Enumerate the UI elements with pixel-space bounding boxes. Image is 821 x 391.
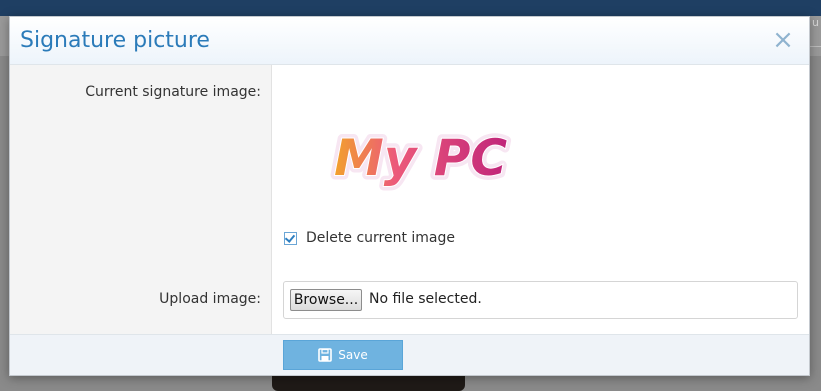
upload-image-label: Upload image: bbox=[159, 291, 261, 307]
check-icon bbox=[284, 232, 296, 243]
close-icon[interactable]: × bbox=[772, 27, 794, 53]
browse-button[interactable]: Browse... bbox=[290, 289, 362, 311]
current-signature-label: Current signature image: bbox=[85, 84, 261, 100]
svg-text:My PC: My PC bbox=[334, 129, 507, 187]
file-status-text: No file selected. bbox=[369, 291, 482, 307]
delete-checkbox[interactable] bbox=[284, 232, 297, 245]
label-column: Current signature image: Upload image: bbox=[10, 65, 272, 334]
background-divider bbox=[810, 46, 821, 47]
dialog-header: Signature picture × bbox=[10, 17, 809, 65]
save-button[interactable]: Save bbox=[283, 340, 403, 370]
dialog-footer: Save bbox=[10, 334, 809, 375]
save-button-label: Save bbox=[338, 348, 368, 362]
dialog-body: Current signature image: Upload image: M… bbox=[10, 65, 809, 334]
floppy-disk-icon bbox=[318, 348, 333, 362]
delete-checkbox-label[interactable]: Delete current image bbox=[306, 230, 455, 246]
upload-file-input[interactable]: Browse... No file selected. bbox=[283, 281, 798, 319]
signature-image: My PC My PC bbox=[320, 117, 540, 197]
background-edge-text: u bbox=[812, 16, 819, 29]
app-top-bar bbox=[0, 0, 821, 16]
signature-dialog: Signature picture × Current signature im… bbox=[9, 16, 810, 376]
dialog-title: Signature picture bbox=[20, 28, 210, 53]
